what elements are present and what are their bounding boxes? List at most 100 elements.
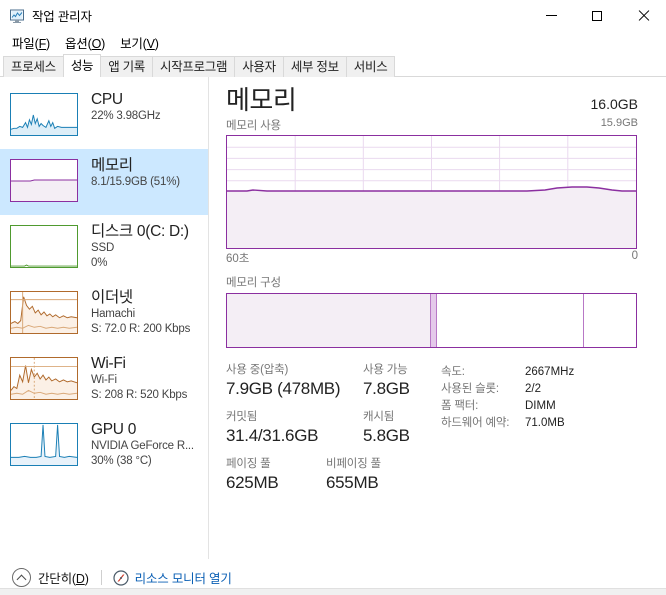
minimize-button[interactable]: [528, 0, 574, 31]
tab-performance[interactable]: 성능: [62, 54, 102, 77]
maximize-button[interactable]: [574, 0, 620, 31]
sidebar-item-gpu[interactable]: GPU 0 NVIDIA GeForce R... 30% (38 °C): [0, 413, 208, 479]
tab-processes[interactable]: 프로세스: [3, 56, 64, 77]
stat-cached-value: 5.8GB: [363, 426, 410, 445]
sidebar-wifi-text: Wi-Fi Wi-Fi S: 208 R: 520 Kbps: [91, 354, 187, 403]
window-title: 작업 관리자: [32, 10, 92, 24]
maximize-icon: [592, 10, 602, 21]
stat-paged-pool-value: 625MB: [226, 473, 279, 492]
sidebar-item-label-memory: 메모리: [91, 157, 133, 174]
detail-form-factor-value: DIMM: [525, 400, 556, 412]
tab-startup[interactable]: 시작프로그램: [152, 56, 236, 77]
performance-sidebar: CPU 22% 3.98GHz 메모리 8.1/15.9GB (51%) 디스크…: [0, 77, 209, 559]
sidebar-item-memory[interactable]: 메모리 8.1/15.9GB (51%): [0, 149, 208, 215]
memory-hardware-details: 속도: 2667MHz 사용된 슬롯: 2/2 폼 팩터: DIMM 하드웨어 …: [441, 362, 646, 503]
menu-view[interactable]: 보기(V): [113, 31, 167, 54]
open-resource-monitor-link[interactable]: 리소스 모니터 열기: [113, 568, 232, 587]
sidebar-item-disk[interactable]: 디스크 0(C: D:) SSD 0%: [0, 215, 208, 281]
menu-file-tail: ): [46, 36, 50, 51]
sidebar-memory-stats: 8.1/15.9GB (51%): [91, 176, 180, 188]
stat-row-committed: 커밋됨 31.4/31.6GB 캐시됨 5.8GB: [226, 409, 441, 447]
sidebar-item-label-cpu: CPU: [91, 91, 123, 108]
sidebar-disk-usage: 0%: [91, 257, 108, 269]
stat-nonpaged-pool: 비페이징 풀 655MB: [326, 456, 381, 494]
fewer-details-button[interactable]: 간단히(D): [12, 568, 89, 587]
tab-app-history[interactable]: 앱 기록: [100, 56, 153, 77]
sidebar-ethernet-text: 이더넷 Hamachi S: 72.0 R: 200 Kbps: [91, 288, 190, 337]
stat-row-pools: 페이징 풀 625MB 비페이징 풀 655MB: [226, 456, 441, 494]
memory-stats: 사용 중(압축) 7.9GB (478MB) 사용 가능 7.8GB 커밋됨 3…: [226, 362, 646, 503]
detail-form-factor: 폼 팩터: DIMM: [441, 398, 646, 415]
sidebar-item-label-disk: 디스크 0(C: D:): [91, 223, 189, 240]
detail-speed: 속도: 2667MHz: [441, 364, 646, 381]
footer-bar: 간단히(D) 리소스 모니터 열기: [0, 559, 666, 595]
stat-nonpaged-pool-key: 비페이징 풀: [326, 458, 381, 470]
sidebar-item-cpu[interactable]: CPU 22% 3.98GHz: [0, 83, 208, 149]
detail-hardware-reserved-key: 하드웨어 예약:: [441, 417, 510, 429]
sidebar-item-ethernet[interactable]: 이더넷 Hamachi S: 72.0 R: 200 Kbps: [0, 281, 208, 347]
stat-available-key: 사용 가능: [363, 364, 408, 376]
sidebar-wifi-adapter: Wi-Fi: [91, 374, 117, 386]
sidebar-wifi-rates: S: 208 R: 520 Kbps: [91, 389, 188, 401]
detail-speed-value: 2667MHz: [525, 366, 575, 378]
memory-thumbnail-graph: [10, 159, 78, 202]
stat-inuse: 사용 중(압축) 7.9GB (478MB): [226, 362, 363, 400]
fewer-details-mnemonic: D: [75, 572, 85, 586]
graph-axis-labels: 메모리 사용 15.9GB: [226, 117, 638, 133]
panel-header: 메모리 16.0GB: [226, 85, 638, 115]
window-controls: [528, 0, 666, 31]
menu-file-mnemonic: F: [38, 36, 47, 51]
stat-available: 사용 가능 7.8GB: [363, 362, 441, 400]
menu-options[interactable]: 옵션(O): [58, 31, 113, 54]
menu-file[interactable]: 파일(F): [5, 31, 58, 54]
menu-file-label: 파일(: [12, 36, 39, 51]
sidebar-ethernet-adapter: Hamachi: [91, 308, 135, 320]
memory-stats-left: 사용 중(압축) 7.9GB (478MB) 사용 가능 7.8GB 커밋됨 3…: [226, 362, 441, 503]
stat-inuse-key: 사용 중(압축): [226, 364, 289, 376]
composition-label: 메모리 구성: [226, 277, 281, 289]
close-button[interactable]: [620, 0, 666, 31]
stat-paged-pool-key: 페이징 풀: [226, 458, 271, 470]
composition-segment-free: [584, 294, 636, 347]
close-icon: [638, 10, 649, 21]
fewer-details-text: 간단히(: [38, 572, 76, 586]
stat-committed-key: 커밋됨: [226, 411, 258, 423]
title-bar: 작업 관리자: [0, 0, 666, 31]
composition-segment-modified: [430, 294, 437, 347]
fewer-details-label: 간단히(D): [38, 568, 89, 587]
menu-view-tail: ): [154, 36, 159, 51]
stat-paged-pool: 페이징 풀 625MB: [226, 456, 326, 494]
graph-max-label: 15.9GB: [600, 117, 638, 129]
sidebar-item-label-ethernet: 이더넷: [91, 289, 133, 306]
tab-bar: 프로세스 성능 앱 기록 시작프로그램 사용자 세부 정보 서비스: [0, 53, 666, 77]
gpu-thumbnail-graph: [10, 423, 78, 466]
memory-composition-bar[interactable]: [226, 293, 637, 348]
detail-hardware-reserved: 하드웨어 예약: 71.0MB: [441, 415, 646, 432]
detail-speed-key: 속도:: [441, 366, 465, 378]
cpu-thumbnail-graph: [10, 93, 78, 136]
stat-nonpaged-pool-value: 655MB: [326, 473, 379, 492]
menu-options-mnemonic: O: [91, 36, 102, 51]
minimize-icon: [545, 15, 557, 16]
sidebar-item-wifi[interactable]: Wi-Fi Wi-Fi S: 208 R: 520 Kbps: [0, 347, 208, 413]
menu-options-label: 옵션(: [64, 36, 92, 51]
chevron-up-icon: [12, 568, 31, 587]
detail-hardware-reserved-value: 71.0MB: [525, 417, 565, 429]
menu-view-mnemonic: V: [146, 36, 155, 51]
sidebar-item-label-gpu: GPU 0: [91, 421, 137, 438]
tab-services[interactable]: 서비스: [345, 56, 396, 77]
tab-users[interactable]: 사용자: [234, 56, 284, 77]
sidebar-disk-type: SSD: [91, 242, 115, 254]
memory-capacity: 16.0GB: [590, 96, 638, 112]
ethernet-thumbnail-graph: [10, 291, 78, 334]
detail-slots-key: 사용된 슬롯:: [441, 383, 499, 395]
sidebar-memory-text: 메모리 8.1/15.9GB (51%): [91, 156, 180, 190]
tab-details[interactable]: 세부 정보: [282, 56, 347, 77]
sidebar-cpu-stats: 22% 3.98GHz: [91, 110, 161, 122]
fewer-details-tail: ): [84, 572, 89, 586]
sidebar-item-label-wifi: Wi-Fi: [91, 355, 126, 372]
open-resource-monitor-label: 리소스 모니터 열기: [134, 572, 232, 586]
resource-monitor-icon: [113, 569, 129, 586]
composition-segment-standby: [437, 294, 583, 347]
detail-slots-value: 2/2: [525, 383, 541, 395]
